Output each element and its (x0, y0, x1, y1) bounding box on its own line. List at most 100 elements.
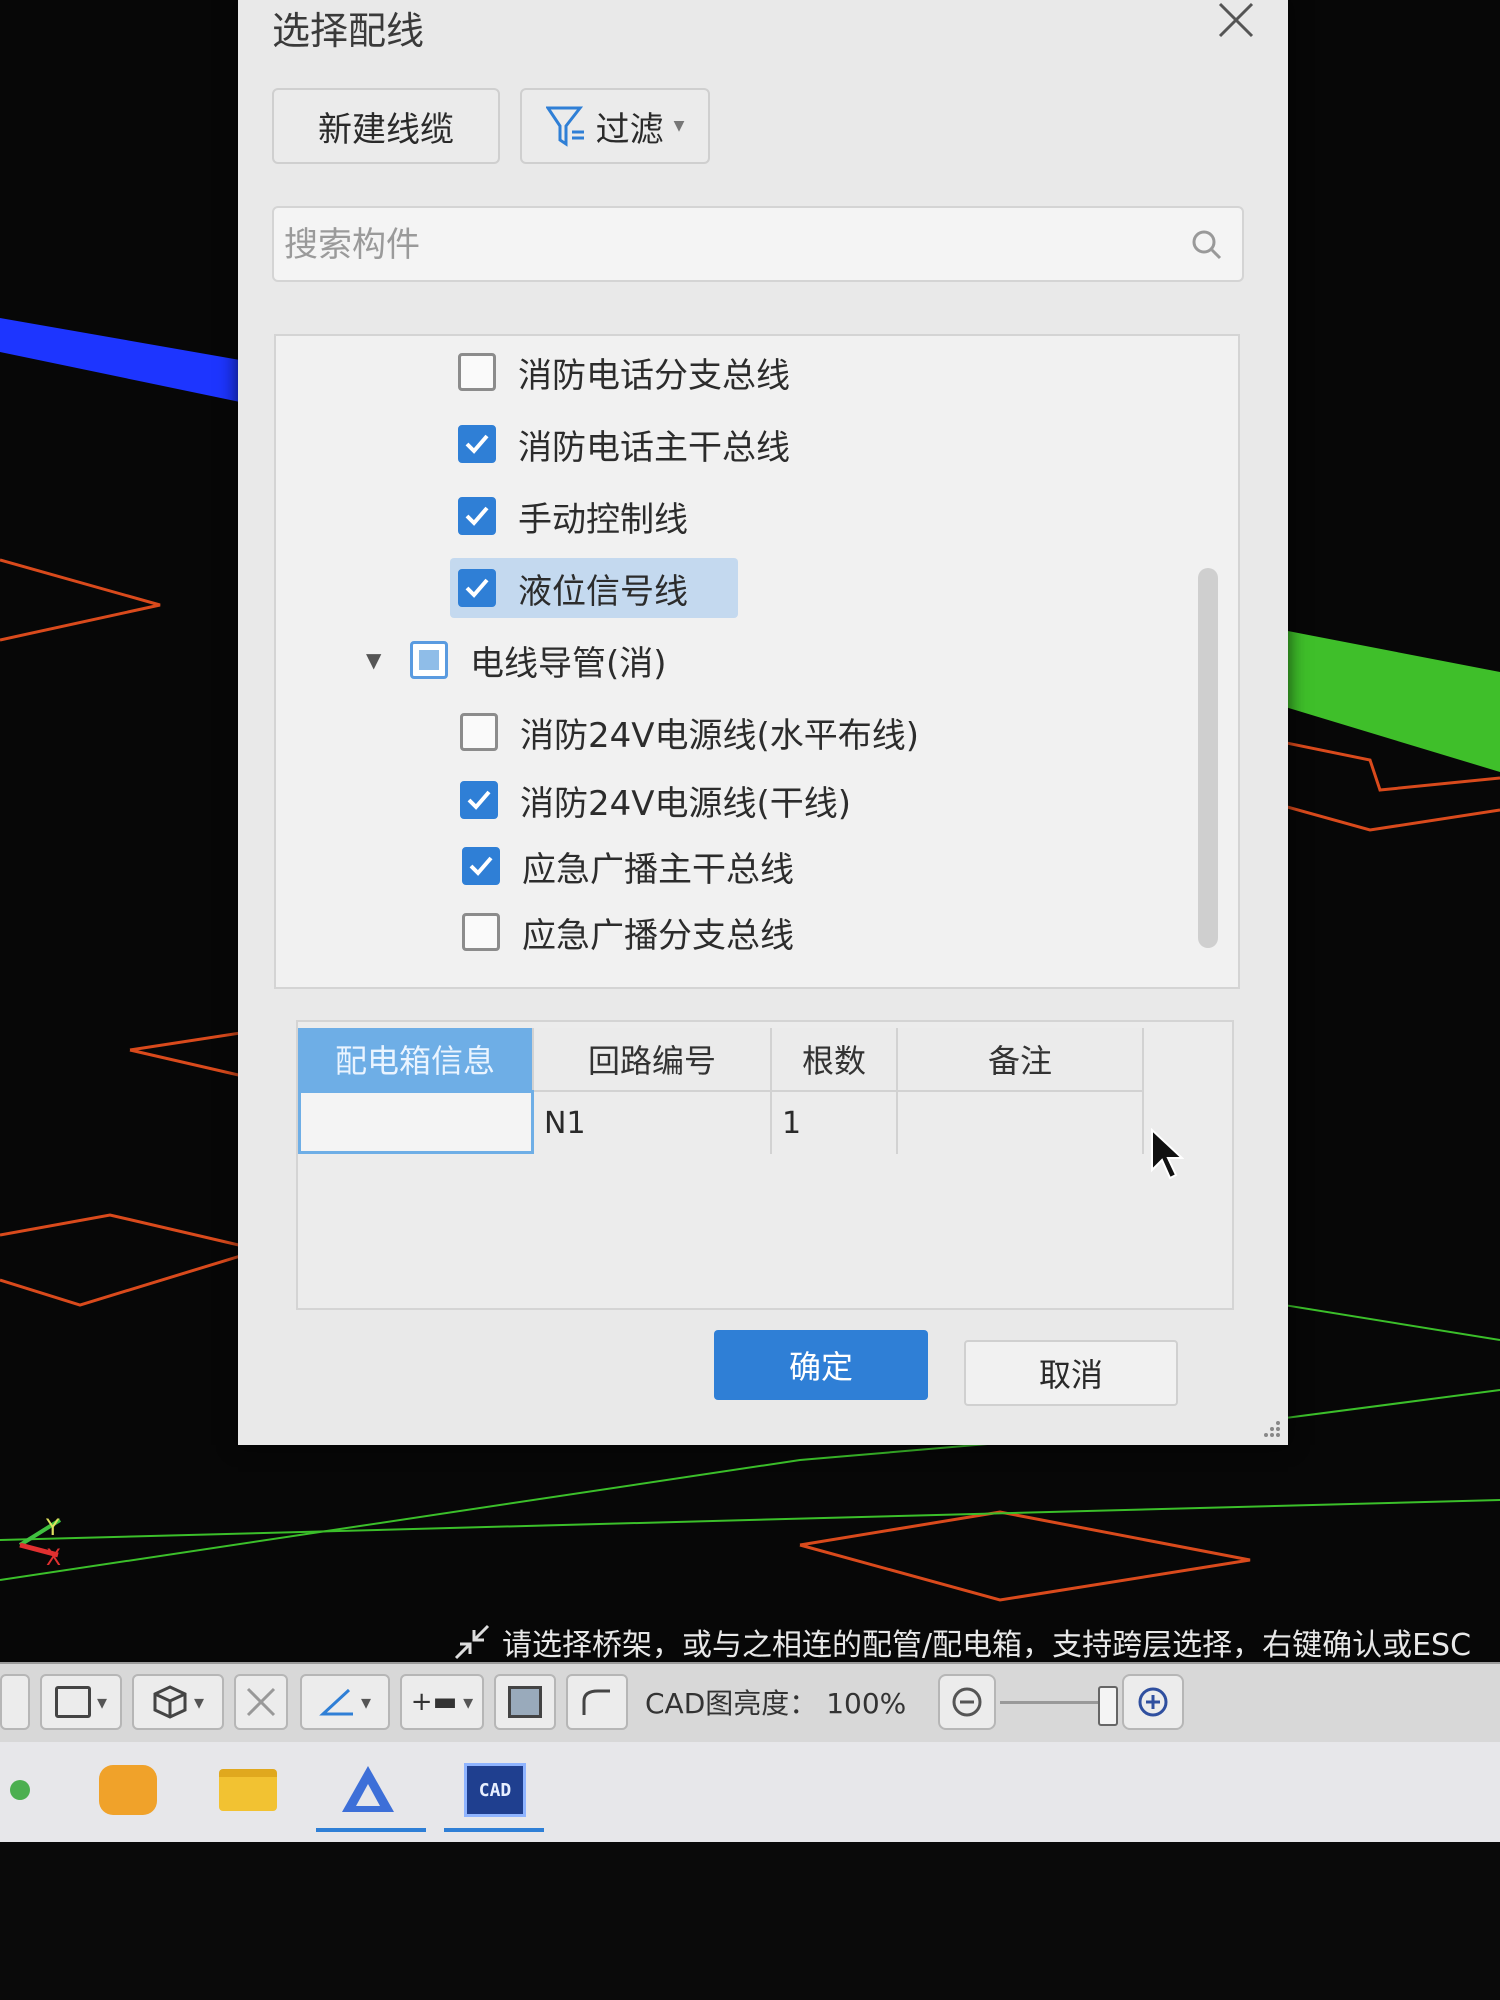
brightness-value: 100% (826, 1687, 907, 1720)
cad-brightness: CAD图亮度： 100% (645, 1682, 906, 1722)
taskbar-app-cloud[interactable] (90, 1752, 166, 1828)
tree-item-label: 应急广播分支总线 (522, 915, 794, 956)
rect-select-button[interactable]: ▾ (40, 1674, 122, 1730)
select-wiring-dialog: 选择配线 新建线缆 过滤 ▼ 消防电话分支总线 消防电话主干总线 (238, 0, 1288, 1445)
expand-arrow-icon[interactable]: ▼ (366, 648, 388, 672)
checkbox[interactable] (458, 569, 496, 607)
new-cable-button[interactable]: 新建线缆 (272, 88, 500, 164)
taskbar-app-glodon[interactable] (330, 1752, 406, 1828)
cad-line (799, 1510, 1251, 1602)
chevron-down-icon: ▼ (673, 118, 685, 134)
layer-button[interactable] (494, 1674, 556, 1730)
angle-button[interactable]: ▾ (300, 1674, 390, 1730)
scrollbar-thumb[interactable] (1198, 568, 1218, 948)
tree-item[interactable]: 消防24V电源线(水平布线) (460, 702, 919, 762)
circuit-table: 配电箱信息 回路编号 根数 备注 N1 1 (296, 1020, 1234, 1310)
cross-button[interactable] (234, 1674, 288, 1730)
tree-item-label: 消防24V电源线(干线) (520, 783, 852, 824)
tree-item-label: 消防24V电源线(水平布线) (520, 715, 920, 756)
active-app-indicator (316, 1828, 426, 1832)
monitor-bezel (0, 1842, 1500, 2000)
header-circuit-number[interactable]: 回路编号 (534, 1028, 772, 1090)
cell-circuit-number[interactable]: N1 (534, 1090, 772, 1154)
angle-icon (319, 1688, 353, 1716)
chevron-down-icon: ▾ (463, 1690, 474, 1714)
check-icon (465, 434, 489, 454)
offset-button[interactable]: +▬ ▾ (400, 1674, 484, 1730)
brightness-increase-button[interactable] (1122, 1674, 1184, 1730)
filter-label: 过滤 (595, 109, 664, 150)
plus-line-icon: +▬ (410, 1687, 458, 1717)
pick-arrows-icon (454, 1624, 490, 1660)
brightness-slider-handle[interactable] (1098, 1686, 1118, 1726)
wiring-tree: 消防电话分支总线 消防电话主干总线 手动控制线 液位信号线 ▼ 电线导管(消) … (274, 334, 1240, 989)
cad-green-line (0, 1499, 1500, 1541)
layer-icon (508, 1686, 542, 1718)
rectangle-icon (54, 1686, 91, 1718)
checkbox[interactable] (458, 353, 496, 391)
tree-item[interactable]: 消防电话主干总线 (458, 414, 790, 474)
folder-icon (219, 1769, 277, 1811)
tree-item-label: 消防电话主干总线 (518, 427, 790, 468)
taskbar-app-explorer[interactable] (210, 1752, 286, 1828)
search-box (272, 206, 1244, 282)
brightness-slider[interactable] (1000, 1701, 1108, 1704)
toolbar-button[interactable] (0, 1674, 30, 1730)
ok-button[interactable]: 确定 (714, 1330, 928, 1400)
header-count[interactable]: 根数 (772, 1028, 898, 1090)
search-icon[interactable] (1190, 228, 1224, 262)
command-prompt: 请选择桥架，或与之相连的配管/配电箱，支持跨层选择，右键确认或ESC (452, 1620, 1471, 1664)
tree-item[interactable]: 手动控制线 (458, 486, 688, 546)
tree-item[interactable]: 应急广播分支总线 (462, 902, 794, 962)
cell-count[interactable]: 1 (772, 1090, 898, 1154)
taskbar: CAD (0, 1742, 1500, 1842)
cancel-button[interactable]: 取消 (964, 1340, 1178, 1406)
filter-button[interactable]: 过滤 ▼ (520, 88, 710, 164)
svg-text:Y: Y (45, 1516, 60, 1541)
chevron-down-icon: ▾ (193, 1690, 205, 1714)
checkbox[interactable] (458, 425, 496, 463)
view-cube-button[interactable]: ▾ (132, 1674, 224, 1730)
tree-item-label: 手动控制线 (518, 499, 688, 540)
cad-app-label: CAD (478, 1779, 512, 1801)
checkbox[interactable] (460, 781, 498, 819)
checkbox[interactable] (410, 641, 448, 679)
cad-line (0, 1213, 266, 1307)
tree-item[interactable]: 应急广播主干总线 (462, 836, 794, 896)
resize-grip-icon[interactable] (1260, 1417, 1282, 1439)
filter-icon (545, 106, 584, 147)
checkbox[interactable] (462, 847, 500, 885)
brightness-decrease-button[interactable] (938, 1674, 996, 1730)
header-remark[interactable]: 备注 (898, 1028, 1144, 1090)
mouse-cursor-icon (1151, 1128, 1184, 1180)
tree-item-label: 液位信号线 (518, 571, 688, 612)
green-pipe (1262, 626, 1500, 772)
check-icon (469, 856, 493, 876)
tree-group[interactable]: ▼ 电线导管(消) (366, 630, 667, 690)
bottom-toolbar: ▾ ▾ ▾ +▬ ▾ CAD图亮度： 100% (0, 1662, 1500, 1744)
tree-item[interactable]: 消防24V电源线(干线) (460, 770, 851, 830)
header-box-info[interactable]: 配电箱信息 (298, 1028, 534, 1090)
cell-remark[interactable] (898, 1090, 1144, 1154)
chevron-down-icon: ▾ (96, 1690, 108, 1714)
check-icon (465, 506, 489, 526)
cube-icon (153, 1685, 187, 1719)
search-input[interactable] (282, 220, 1166, 270)
chevron-down-icon: ▾ (360, 1690, 372, 1714)
ok-label: 确定 (788, 1348, 853, 1386)
cad-line (1261, 798, 1500, 832)
close-icon[interactable] (1212, 0, 1260, 48)
checkbox[interactable] (462, 913, 500, 951)
tree-item[interactable]: 消防电话分支总线 (458, 342, 790, 402)
tree-item-selected[interactable]: 液位信号线 (450, 558, 738, 618)
active-app-indicator (444, 1828, 544, 1832)
prompt-text: 请选择桥架，或与之相连的配管/配电箱，支持跨层选择，右键确认或ESC (502, 1628, 1472, 1663)
taskbar-app-cad[interactable]: CAD (450, 1752, 540, 1828)
plus-circle-icon (1138, 1687, 1168, 1717)
tree-group-label: 电线导管(消) (470, 643, 667, 684)
curve-button[interactable] (566, 1674, 628, 1730)
checkbox[interactable] (458, 497, 496, 535)
checkbox[interactable] (460, 713, 498, 751)
cell-box-info[interactable] (298, 1090, 534, 1154)
taskbar-app[interactable] (0, 1752, 40, 1828)
